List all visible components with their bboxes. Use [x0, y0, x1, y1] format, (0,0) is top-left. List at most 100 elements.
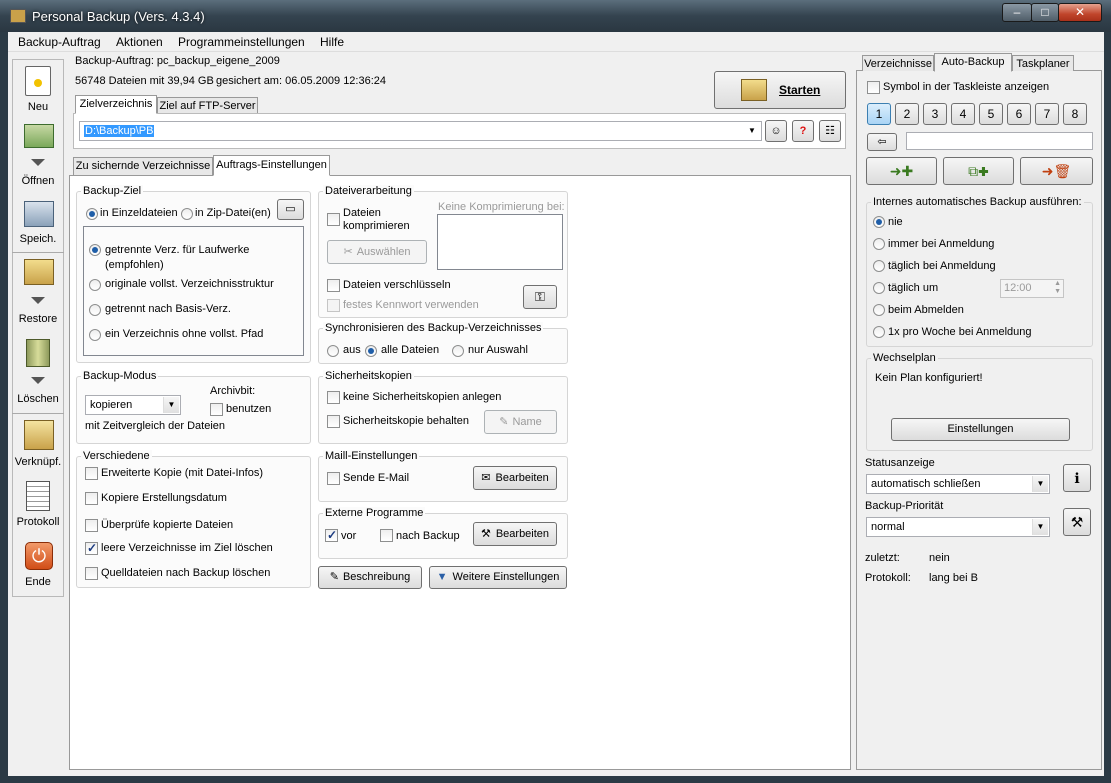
kompr-list[interactable] — [437, 214, 563, 270]
extern-edit-button[interactable]: ⚒ Bearbeiten — [473, 522, 557, 546]
chevron-down-icon[interactable] — [31, 159, 45, 166]
checkbox-leere-verz[interactable] — [85, 541, 98, 555]
checkbox-komprimieren[interactable] — [327, 213, 340, 226]
toolbar-save-button[interactable]: Speich. — [12, 233, 64, 245]
close-button[interactable]: ✕ — [1058, 3, 1102, 22]
radio-sync-alle[interactable] — [365, 345, 377, 357]
toolbar-shortcut-button[interactable]: Verknüpf. — [12, 456, 64, 468]
weitere-einstellungen-button[interactable]: ▼ Weitere Einstellungen — [429, 566, 567, 589]
checkbox-erweiterte-kopie[interactable] — [85, 467, 98, 480]
prio-select[interactable]: normal ▼ — [866, 517, 1050, 537]
menu-backup-auftrag[interactable]: Backup-Auftrag — [18, 35, 101, 49]
toolbar-restore-button[interactable]: Restore — [12, 313, 64, 325]
open-icon[interactable] — [24, 124, 54, 148]
toolbar-open-button[interactable]: Öffnen — [12, 175, 64, 187]
shortcut-icon[interactable] — [24, 420, 54, 450]
radio-getrennte-verz[interactable] — [89, 244, 101, 256]
copy-profile-icon[interactable]: ⧉✚ — [943, 157, 1014, 185]
save-icon[interactable] — [24, 201, 54, 227]
tab-zielverzeichnis[interactable]: Zielverzeichnis — [75, 95, 157, 114]
arrow-left-icon[interactable]: ⇦ — [867, 133, 897, 151]
power-icon[interactable]: ⏻ — [25, 542, 53, 570]
mode-select[interactable]: kopieren ▼ — [85, 395, 181, 415]
profile-name-field[interactable] — [906, 132, 1093, 150]
add-profile-icon[interactable]: ➜✚ — [866, 157, 937, 185]
checkbox-kennwort[interactable] — [327, 299, 340, 312]
radio-basis-verz[interactable] — [89, 304, 101, 316]
radio-nie[interactable] — [873, 216, 885, 228]
auswaehlen-button[interactable]: ✂ Auswählen — [327, 240, 427, 264]
radio-immer-anmeldung[interactable] — [873, 238, 885, 250]
menu-hilfe[interactable]: Hilfe — [320, 35, 344, 49]
profile-button-5[interactable]: 5 — [979, 103, 1003, 125]
chevron-down-icon[interactable]: ▼ — [1032, 519, 1048, 535]
chevron-down-icon[interactable] — [31, 377, 45, 384]
einstellungen-button[interactable]: Einstellungen — [891, 418, 1070, 441]
target-path-combo[interactable]: D:\Backup\PB ▼ — [79, 121, 762, 141]
tab-verzeichnisse[interactable]: Verzeichnisse — [862, 55, 934, 71]
tab-taskplaner[interactable]: Taskplaner — [1012, 55, 1074, 71]
info-icon[interactable]: ℹ — [1063, 464, 1091, 492]
checkbox-sicherheitskopie-behalten[interactable] — [327, 415, 340, 428]
tools-icon[interactable]: ⚒ — [1063, 508, 1091, 536]
profile-button-6[interactable]: 6 — [1007, 103, 1031, 125]
minimize-button[interactable]: – — [1002, 3, 1032, 22]
chevron-down-icon[interactable]: ▼ — [163, 397, 179, 413]
tab-zu-sichernde-verzeichnisse[interactable]: Zu sichernde Verzeichnisse — [73, 157, 213, 175]
tab-auto-backup[interactable]: Auto-Backup — [934, 53, 1012, 72]
profile-button-8[interactable]: 8 — [1063, 103, 1087, 125]
tab-ftp-server[interactable]: Ziel auf FTP-Server — [157, 97, 258, 114]
user-icon[interactable]: ☺ — [765, 120, 787, 142]
chevron-down-icon[interactable]: ▼ — [1032, 476, 1048, 492]
checkbox-send-email[interactable] — [327, 472, 340, 485]
checkbox-nach-backup[interactable] — [380, 529, 393, 542]
spinner-icon[interactable]: ▲ ▼ — [1054, 280, 1061, 296]
checkbox-erstellungsdatum[interactable] — [85, 492, 98, 505]
restore-icon[interactable] — [24, 259, 54, 285]
radio-ohne-pfad[interactable] — [89, 329, 101, 341]
profile-button-3[interactable]: 3 — [923, 103, 947, 125]
radio-sync-aus[interactable] — [327, 345, 339, 357]
menu-aktionen[interactable]: Aktionen — [116, 35, 163, 49]
key-icon[interactable]: ⚿ — [523, 285, 557, 309]
radio-taeglich-anmeldung[interactable] — [873, 260, 885, 272]
checkbox-quelldateien-loeschen[interactable] — [85, 567, 98, 580]
maximize-button[interactable]: □ — [1031, 3, 1059, 22]
profile-button-2[interactable]: 2 — [895, 103, 919, 125]
tree-icon[interactable]: ☷ — [819, 120, 841, 142]
delete-profile-icon[interactable]: ➜🗑 — [1020, 157, 1093, 185]
checkbox-archivbit[interactable] — [210, 403, 223, 416]
zip-settings-icon[interactable]: ▭ — [277, 199, 304, 220]
status-select[interactable]: automatisch schließen ▼ — [866, 474, 1050, 494]
radio-sync-auswahl[interactable] — [452, 345, 464, 357]
radio-zip[interactable] — [181, 208, 193, 220]
radio-einzeldateien[interactable] — [86, 208, 98, 220]
checkbox-verschluesseln[interactable] — [327, 279, 340, 292]
checkbox-taskleiste[interactable] — [867, 81, 880, 94]
mail-edit-button[interactable]: ✉ Bearbeiten — [473, 466, 557, 490]
radio-woche[interactable] — [873, 326, 885, 338]
chevron-down-icon[interactable]: ▼ — [744, 123, 760, 139]
profile-button-4[interactable]: 4 — [951, 103, 975, 125]
chevron-down-icon[interactable] — [31, 297, 45, 304]
name-button[interactable]: ✎ Name — [484, 410, 557, 434]
delete-icon[interactable] — [26, 339, 50, 367]
tab-auftrags-einstellungen[interactable]: Auftrags-Einstellungen — [213, 155, 330, 176]
toolbar-exit-button[interactable]: Ende — [12, 576, 64, 588]
checkbox-vor[interactable] — [325, 528, 338, 542]
toolbar-log-button[interactable]: Protokoll — [12, 516, 64, 528]
log-icon[interactable] — [26, 481, 50, 511]
start-button[interactable]: Starten — [714, 71, 846, 109]
new-document-icon[interactable] — [25, 66, 51, 96]
radio-taeglich-um[interactable] — [873, 282, 885, 294]
checkbox-ueberpruefe[interactable] — [85, 519, 98, 532]
beschreibung-button[interactable]: ✎ Beschreibung — [318, 566, 422, 589]
toolbar-new-button[interactable]: Neu — [12, 101, 64, 113]
profile-button-7[interactable]: 7 — [1035, 103, 1059, 125]
profile-button-1[interactable]: 1 — [867, 103, 891, 125]
checkbox-keine-sicherheitskopien[interactable] — [327, 391, 340, 404]
toolbar-delete-button[interactable]: Löschen — [12, 393, 64, 405]
help-icon[interactable]: ? — [792, 120, 814, 142]
time-field[interactable]: 12:00 ▲ ▼ — [1000, 279, 1064, 298]
radio-abmelden[interactable] — [873, 304, 885, 316]
